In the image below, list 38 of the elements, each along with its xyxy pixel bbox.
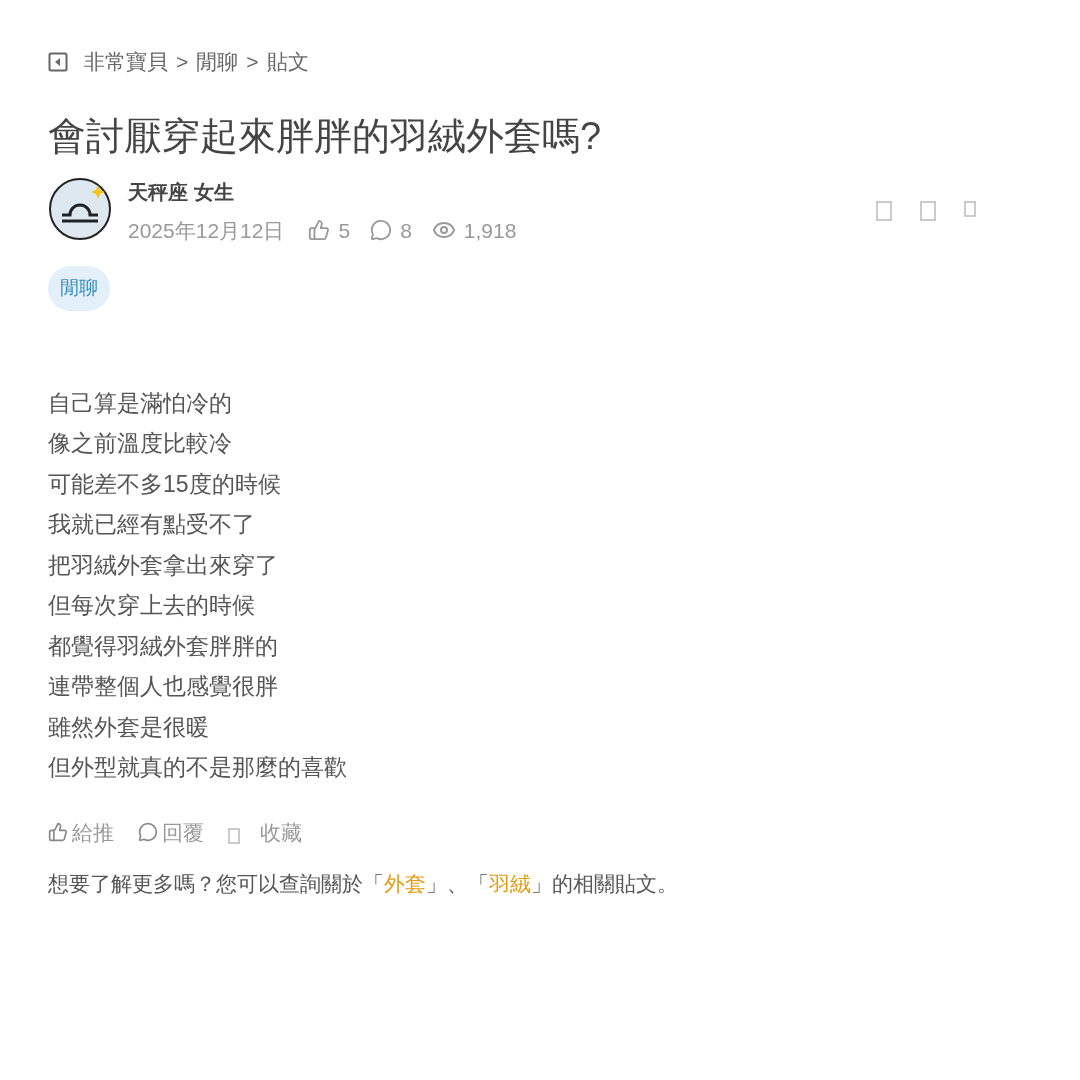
action-button[interactable]: 給推 <box>48 816 114 848</box>
related-posts-text: 想要了解更多嗎？您可以查詢關於「外套」、「羽絨」的相關貼文。 <box>48 871 679 897</box>
post-text: 都覺得羽絨外套胖胖的 <box>48 631 279 660</box>
post-text: 像之前溫度比較冷 <box>48 429 233 458</box>
square-icon[interactable] <box>228 828 240 845</box>
speech-bubble-icon <box>138 822 158 843</box>
avatar <box>48 176 112 241</box>
keyword-link[interactable]: 外套 <box>384 872 426 895</box>
thumbs-up-icon <box>48 822 68 843</box>
post-text: 但每次穿上去的時候 <box>48 591 256 620</box>
back-icon[interactable] <box>48 51 68 72</box>
post-text: 自己算是滿怕冷的 <box>48 388 233 417</box>
post-text: 我就已經有點受不了 <box>48 510 256 539</box>
square-icon[interactable] <box>876 200 892 221</box>
speech-bubble-icon <box>370 219 393 242</box>
action-button[interactable]: 回覆 <box>138 816 204 848</box>
post-text: 可能差不多15度的時候 <box>48 469 282 498</box>
post-text: 雖然外套是很暖 <box>48 712 210 741</box>
author-name[interactable]: 天秤座 女生 <box>128 176 876 207</box>
breadcrumb-link[interactable]: 閒聊 <box>196 46 239 78</box>
breadcrumb-link[interactable]: 非常寶貝 <box>84 46 168 78</box>
breadcrumb-link[interactable]: 貼文 <box>266 46 309 78</box>
breadcrumb-separator: > <box>246 49 259 75</box>
breadcrumb-separator: > <box>176 49 189 75</box>
post-date: 2025年12月12日 <box>128 217 285 244</box>
square-icon[interactable] <box>920 200 936 221</box>
thumbs-up-icon <box>308 219 331 242</box>
post-title: 會討厭穿起來胖胖的羽絨外套嗎? <box>48 113 603 159</box>
post-text: 把羽絨外套拿出來穿了 <box>48 550 279 579</box>
action-button[interactable]: 收藏 <box>228 816 302 848</box>
like-count: 5 <box>338 217 351 244</box>
square-icon[interactable] <box>964 200 976 217</box>
post-text: 連帶整個人也感覺很胖 <box>48 672 279 701</box>
tag-chip[interactable]: 閒聊 <box>48 266 110 311</box>
view-count: 1,918 <box>463 217 517 244</box>
keyword-link[interactable]: 羽絨 <box>489 872 531 895</box>
comment-count: 8 <box>400 217 412 244</box>
post-text: 但外型就真的不是那麼的喜歡 <box>48 753 348 782</box>
